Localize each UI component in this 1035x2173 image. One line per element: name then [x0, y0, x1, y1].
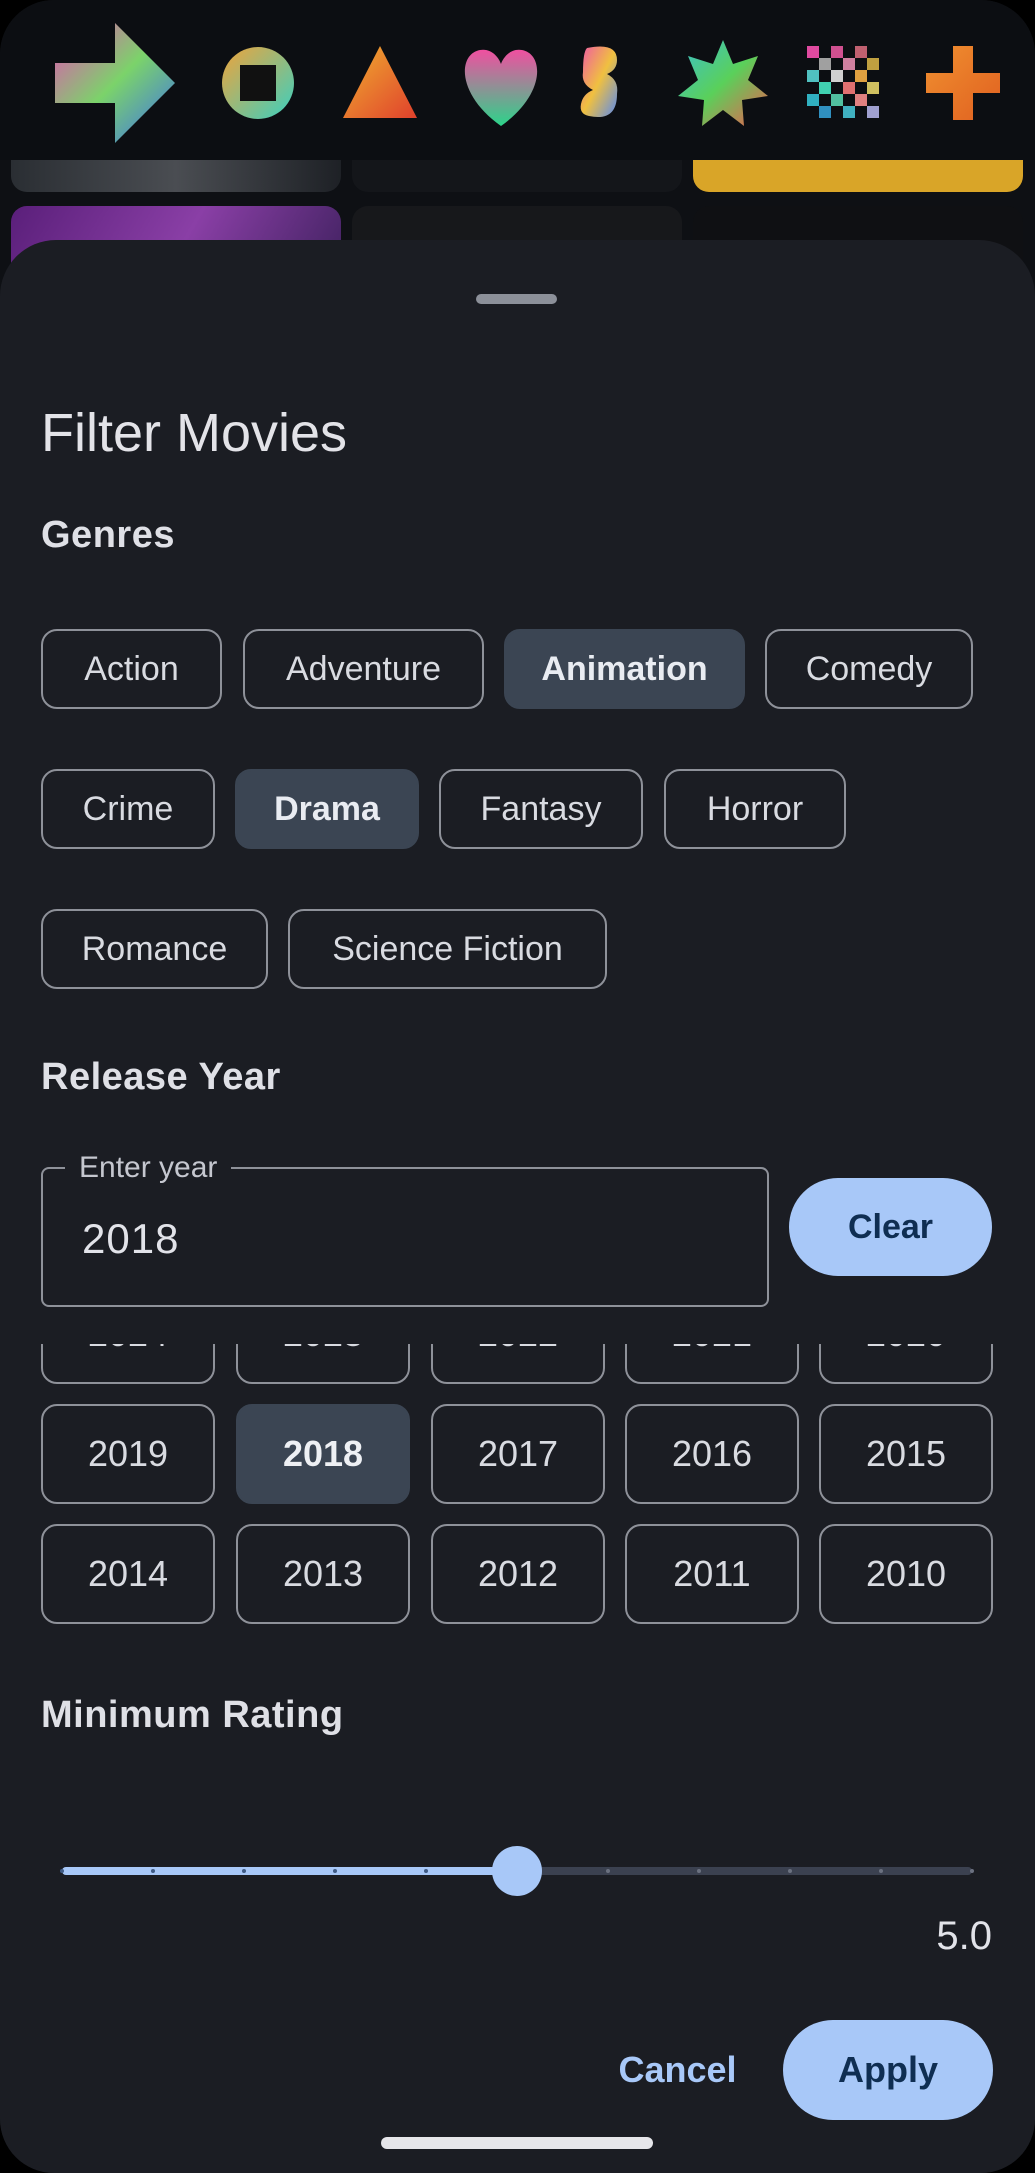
slider-tick: [606, 1869, 610, 1873]
year-chip[interactable]: 2017: [431, 1404, 605, 1504]
genre-chip[interactable]: Drama: [235, 769, 419, 849]
year-chip[interactable]: 2016: [625, 1404, 799, 1504]
top-icon-strip: [0, 0, 1035, 160]
arrow-right-icon: [50, 18, 180, 148]
slider-tick: [424, 1869, 428, 1873]
genres-heading: Genres: [41, 514, 175, 556]
slider-tick: [333, 1869, 337, 1873]
year-chip[interactable]: 2013: [236, 1524, 410, 1624]
circle-square-icon: [193, 18, 323, 148]
sheet-title: Filter Movies: [41, 403, 348, 463]
year-chip[interactable]: 2018: [236, 1404, 410, 1504]
checkerboard-icon: [777, 18, 907, 148]
squiggle-icon: [537, 18, 667, 148]
genre-chip[interactable]: Adventure: [243, 629, 484, 709]
rating-slider[interactable]: [60, 1840, 974, 1900]
home-indicator[interactable]: [381, 2137, 653, 2149]
slider-tick: [242, 1869, 246, 1873]
slider-tick: [151, 1869, 155, 1873]
year-chip[interactable]: 2011: [625, 1524, 799, 1624]
slider-tick: [970, 1869, 974, 1873]
genre-chip[interactable]: Science Fiction: [288, 909, 607, 989]
genre-chip[interactable]: Romance: [41, 909, 268, 989]
year-chip[interactable]: 2022: [431, 1344, 605, 1384]
year-chip[interactable]: 2019: [41, 1404, 215, 1504]
genre-chip[interactable]: Comedy: [765, 629, 973, 709]
clear-button[interactable]: Clear: [789, 1178, 992, 1276]
minimum-rating-heading: Minimum Rating: [41, 1694, 344, 1736]
slider-track-fill: [62, 1867, 517, 1875]
apply-button[interactable]: Apply: [783, 2020, 993, 2120]
year-chip[interactable]: 2020: [819, 1344, 993, 1384]
genre-chip[interactable]: Animation: [504, 629, 745, 709]
genre-chip[interactable]: Crime: [41, 769, 215, 849]
phone-screen: Filter Movies Genres Release Year Enter …: [0, 0, 1035, 2173]
plus-icon: [898, 18, 1028, 148]
year-input-label: Enter year: [65, 1151, 232, 1185]
year-chip[interactable]: 2015: [819, 1404, 993, 1504]
slider-tick: [60, 1869, 64, 1873]
year-input-value: 2018: [82, 1215, 180, 1262]
filter-bottom-sheet: Filter Movies Genres Release Year Enter …: [0, 240, 1035, 2173]
slider-tick: [788, 1869, 792, 1873]
release-year-heading: Release Year: [41, 1056, 281, 1098]
year-chip[interactable]: 2012: [431, 1524, 605, 1624]
year-chip[interactable]: 2014: [41, 1524, 215, 1624]
year-chip[interactable]: 2024: [41, 1344, 215, 1384]
genre-chip[interactable]: Horror: [664, 769, 846, 849]
year-chip[interactable]: 2010: [819, 1524, 993, 1624]
slider-tick: [879, 1869, 883, 1873]
triangle-icon: [315, 18, 445, 148]
cancel-button[interactable]: Cancel: [610, 2020, 745, 2120]
rating-value: 5.0: [936, 1914, 992, 1958]
drag-handle[interactable]: [476, 294, 557, 304]
slider-tick: [697, 1869, 701, 1873]
year-input[interactable]: Enter year 2018: [41, 1151, 769, 1307]
starburst-icon: [658, 18, 788, 148]
genre-chip[interactable]: Fantasy: [439, 769, 643, 849]
slider-thumb[interactable]: [492, 1846, 542, 1896]
year-grid: 2024 2023 2022 2021 2020 20192018201720162015…: [0, 1344, 1035, 1904]
genre-chip[interactable]: Action: [41, 629, 222, 709]
year-chip[interactable]: 2021: [625, 1344, 799, 1384]
year-chip[interactable]: 2023: [236, 1344, 410, 1384]
